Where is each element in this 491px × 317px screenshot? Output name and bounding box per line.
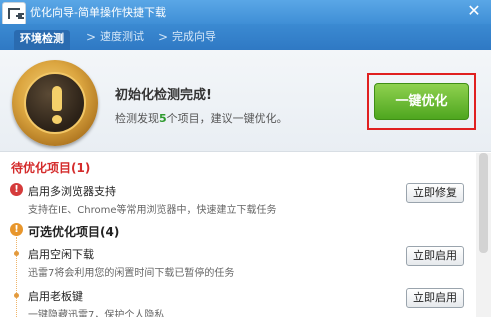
app-icon [2,2,26,26]
optional-section-title: 可选优化项目(4) [28,225,120,239]
summary-desc-prefix: 检测发现 [115,112,159,125]
item-desc-boss-key: 一键隐藏迅雷7，保护个人隐私 [28,310,165,317]
step-finish[interactable]: 完成向导 [172,28,216,46]
primary-button-highlight: 一键优化 [367,73,476,130]
summary-desc-suffix: 个项目，建议一键优化。 [166,112,288,125]
tree-connector [16,237,17,317]
fix-now-button[interactable]: 立即修复 [406,183,464,203]
item-name-boss-key: 启用老板键 [28,290,83,303]
item-desc-idle-download: 迅雷7将会利用您的闲置时间下载已暂停的任务 [28,268,235,279]
title-bar[interactable]: 优化向导-简单操作快捷下载 ✕ [0,0,491,26]
info-icon: ! [10,223,23,236]
step-environment-check[interactable]: 环境检测 [14,30,70,50]
step-arrow-icon: > [158,30,169,44]
summary-title: 初始化检测完成! [115,88,212,103]
scrollbar-thumb[interactable] [479,153,488,253]
warning-icon [12,60,98,146]
check-summary: 初始化检测完成! 检测发现5个项目，建议一键优化。 一键优化 [0,50,491,152]
item-desc-multi-browser: 支持在IE、Chrome等常用浏览器中，快速建立下载任务 [28,205,277,216]
bullet-icon [14,251,19,256]
item-name-multi-browser: 启用多浏览器支持 [28,185,116,198]
window-title: 优化向导-简单操作快捷下载 [30,6,166,19]
bullet-icon [14,293,19,298]
summary-description: 检测发现5个项目，建议一键优化。 [115,110,288,126]
wizard-steps: 环境检测 > 速度测试 > 完成向导 [0,24,491,50]
issue-count: 5 [159,112,167,125]
one-click-optimize-button[interactable]: 一键优化 [374,83,469,120]
step-arrow-icon: > [86,30,97,44]
pending-section-title: 待优化项目(1) [11,161,91,175]
enable-idle-download-button[interactable]: 立即启用 [406,246,464,266]
optimization-list: 待优化项目(1) ! 启用多浏览器支持 支持在IE、Chrome等常用浏览器中，… [0,153,476,317]
list-scrollbar[interactable] [476,153,491,317]
error-icon: ! [10,183,23,196]
close-button[interactable]: ✕ [463,1,485,21]
step-speed-test[interactable]: 速度测试 [100,28,144,46]
enable-boss-key-button[interactable]: 立即启用 [406,288,464,308]
optimization-wizard-window: 优化向导-简单操作快捷下载 ✕ 环境检测 > 速度测试 > 完成向导 初始化检测… [0,0,491,317]
item-name-idle-download: 启用空闲下载 [28,248,94,261]
